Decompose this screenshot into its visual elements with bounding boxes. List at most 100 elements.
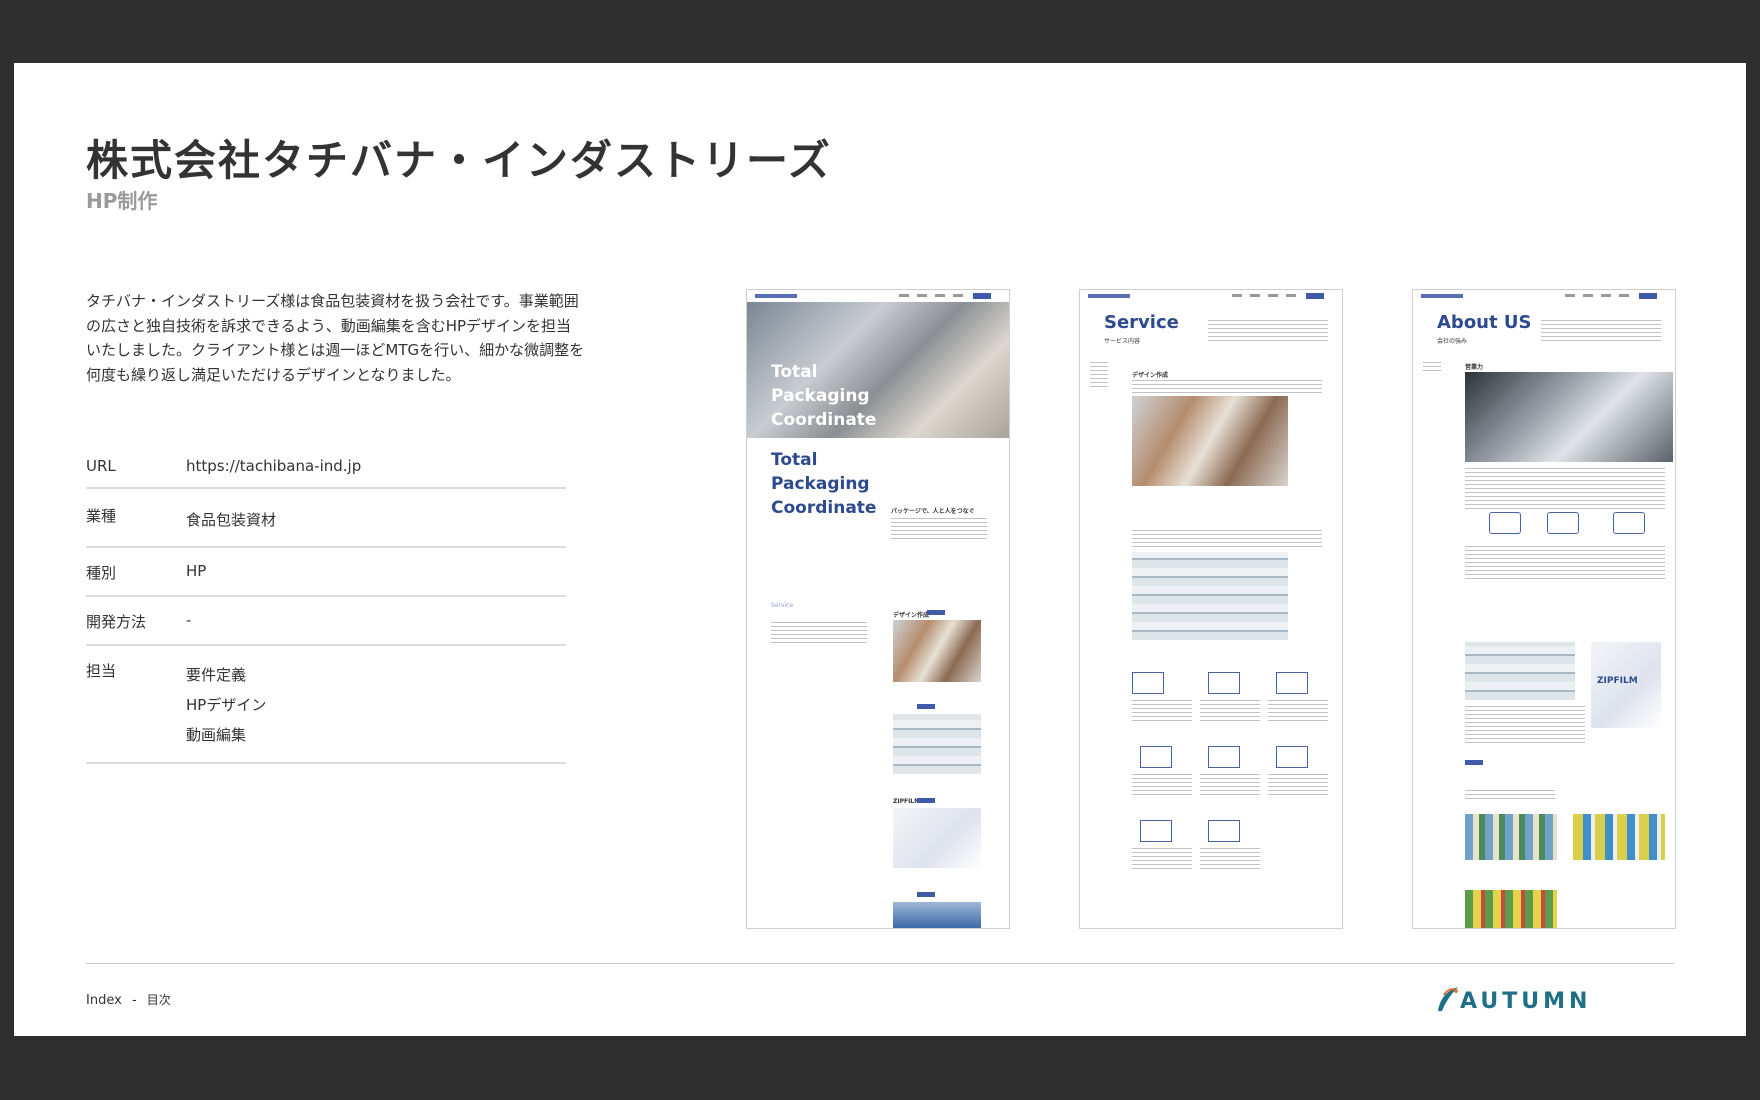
footer-separator: - bbox=[131, 993, 137, 1008]
url-label: URL bbox=[86, 457, 116, 475]
about-photo bbox=[1465, 372, 1673, 462]
project-info-table: URL https://tachibana-ind.jp 業種 食品包装資材 種… bbox=[86, 443, 566, 764]
text-block bbox=[771, 622, 867, 646]
nav-items bbox=[899, 294, 969, 297]
product-icon bbox=[1140, 746, 1172, 768]
info-row-type: 種別 HP bbox=[86, 548, 566, 597]
screenshot-home: Total Packaging Coordinate Total Packagi… bbox=[746, 289, 1010, 929]
role-item: 動画編集 bbox=[186, 726, 247, 744]
industry-value: 食品包装資材 bbox=[186, 511, 277, 529]
text-block bbox=[1132, 774, 1192, 798]
side-menu bbox=[1090, 362, 1108, 388]
text-block bbox=[1465, 468, 1665, 512]
service-subtitle: サービス内容 bbox=[1104, 338, 1141, 345]
site-nav bbox=[1413, 290, 1675, 304]
text-block bbox=[1132, 380, 1322, 394]
mini-button bbox=[927, 610, 945, 615]
type-value: HP bbox=[186, 562, 207, 580]
page-subtitle: HP制作 bbox=[86, 189, 158, 213]
product-icon bbox=[1208, 672, 1240, 694]
nav-contact-button bbox=[1639, 293, 1657, 299]
text-block bbox=[1132, 700, 1192, 724]
zipfilm-badge: ZIPFILM bbox=[1597, 676, 1638, 686]
side-menu bbox=[1423, 362, 1441, 374]
product-icon bbox=[1132, 672, 1164, 694]
product-labels bbox=[1465, 890, 1557, 928]
zipfilm-package: ZIPFILM bbox=[1591, 642, 1661, 728]
mini-button bbox=[1465, 760, 1483, 765]
slide: 株式会社タチバナ・インダストリーズ HP制作 タチバナ・インダストリーズ様は食品… bbox=[14, 63, 1746, 1036]
site-logo bbox=[755, 294, 797, 298]
service-title: Service bbox=[1104, 312, 1179, 333]
mini-button bbox=[917, 798, 935, 803]
home-service-label: Service bbox=[771, 602, 794, 609]
role-item: HPデザイン bbox=[186, 696, 267, 714]
service-photo bbox=[893, 620, 981, 682]
hero-image: Total Packaging Coordinate bbox=[747, 302, 1009, 438]
project-description: タチバナ・インダストリーズ様は食品包装資材を扱う会社です。事業範囲の広さと独自技… bbox=[86, 292, 585, 384]
service-photo bbox=[1132, 552, 1288, 640]
text-block bbox=[1132, 848, 1192, 872]
about-section: 営業力 bbox=[1465, 364, 1484, 371]
service-photo bbox=[1132, 396, 1288, 486]
process-icon bbox=[1547, 512, 1579, 534]
roles-label: 担当 bbox=[86, 662, 117, 680]
url-link[interactable]: https://tachibana-ind.jp bbox=[186, 457, 361, 475]
index-link[interactable]: Index bbox=[86, 993, 122, 1008]
screenshot-about: About US 会社の強み 営業力 ZIPFILM bbox=[1412, 289, 1676, 929]
about-subtitle: 会社の強み bbox=[1437, 338, 1468, 345]
info-row-industry: 業種 食品包装資材 bbox=[86, 489, 566, 548]
info-row-roles: 担当 要件定義 HPデザイン 動画編集 bbox=[86, 646, 566, 764]
home-service-design: デザイン作成 bbox=[893, 612, 930, 619]
info-row-method: 開発方法 - bbox=[86, 597, 566, 646]
site-nav bbox=[1080, 290, 1342, 304]
nav-items bbox=[1232, 294, 1302, 297]
brand-name: AUTUMN bbox=[1460, 989, 1592, 1014]
method-label: 開発方法 bbox=[86, 613, 147, 631]
product-icon bbox=[1208, 746, 1240, 768]
text-block bbox=[1465, 706, 1585, 744]
footer-divider bbox=[86, 963, 1674, 964]
text-block bbox=[1465, 546, 1665, 580]
text-block bbox=[1208, 320, 1328, 344]
product-icon bbox=[1276, 672, 1308, 694]
process-icon bbox=[1613, 512, 1645, 534]
text-block bbox=[1268, 700, 1328, 724]
product-icon bbox=[1208, 820, 1240, 842]
industry-label: 業種 bbox=[86, 507, 117, 525]
brand-logo: AUTUMN bbox=[1432, 981, 1587, 1017]
service-photo bbox=[893, 808, 981, 868]
text-block bbox=[1200, 848, 1260, 872]
about-title: About US bbox=[1437, 312, 1532, 333]
method-value: - bbox=[186, 611, 192, 629]
product-icon bbox=[1276, 746, 1308, 768]
site-logo bbox=[1088, 294, 1130, 298]
mini-button bbox=[917, 892, 935, 897]
nav-contact-button bbox=[973, 293, 991, 299]
text-block bbox=[1541, 320, 1661, 344]
product-labels bbox=[1465, 814, 1557, 860]
product-labels bbox=[1573, 814, 1665, 860]
text-block bbox=[1132, 530, 1322, 548]
service-photo bbox=[893, 902, 981, 928]
hero-text: Total Packaging Coordinate bbox=[771, 362, 877, 430]
home-tagline: パッケージで、人と人をつなぐ bbox=[891, 508, 975, 515]
type-label: 種別 bbox=[86, 564, 117, 582]
home-heading: Total Packaging Coordinate bbox=[771, 450, 877, 518]
text-block bbox=[1200, 700, 1260, 724]
roles-list: 要件定義 HPデザイン 動画編集 bbox=[186, 660, 266, 750]
site-logo bbox=[1421, 294, 1463, 298]
toc-link[interactable]: 目次 bbox=[147, 993, 171, 1007]
text-block bbox=[1268, 774, 1328, 798]
nav-contact-button bbox=[1306, 293, 1324, 299]
text-block bbox=[891, 518, 987, 542]
process-icon bbox=[1489, 512, 1521, 534]
text-block bbox=[1200, 774, 1260, 798]
nav-items bbox=[1565, 294, 1635, 297]
product-icon bbox=[1140, 820, 1172, 842]
screenshot-service: Service サービス内容 デザイン作成 bbox=[1079, 289, 1343, 929]
about-photo bbox=[1465, 642, 1575, 700]
info-row-url: URL https://tachibana-ind.jp bbox=[86, 443, 566, 489]
mini-button bbox=[917, 704, 935, 709]
footer-nav[interactable]: Index - 目次 bbox=[86, 991, 171, 1008]
